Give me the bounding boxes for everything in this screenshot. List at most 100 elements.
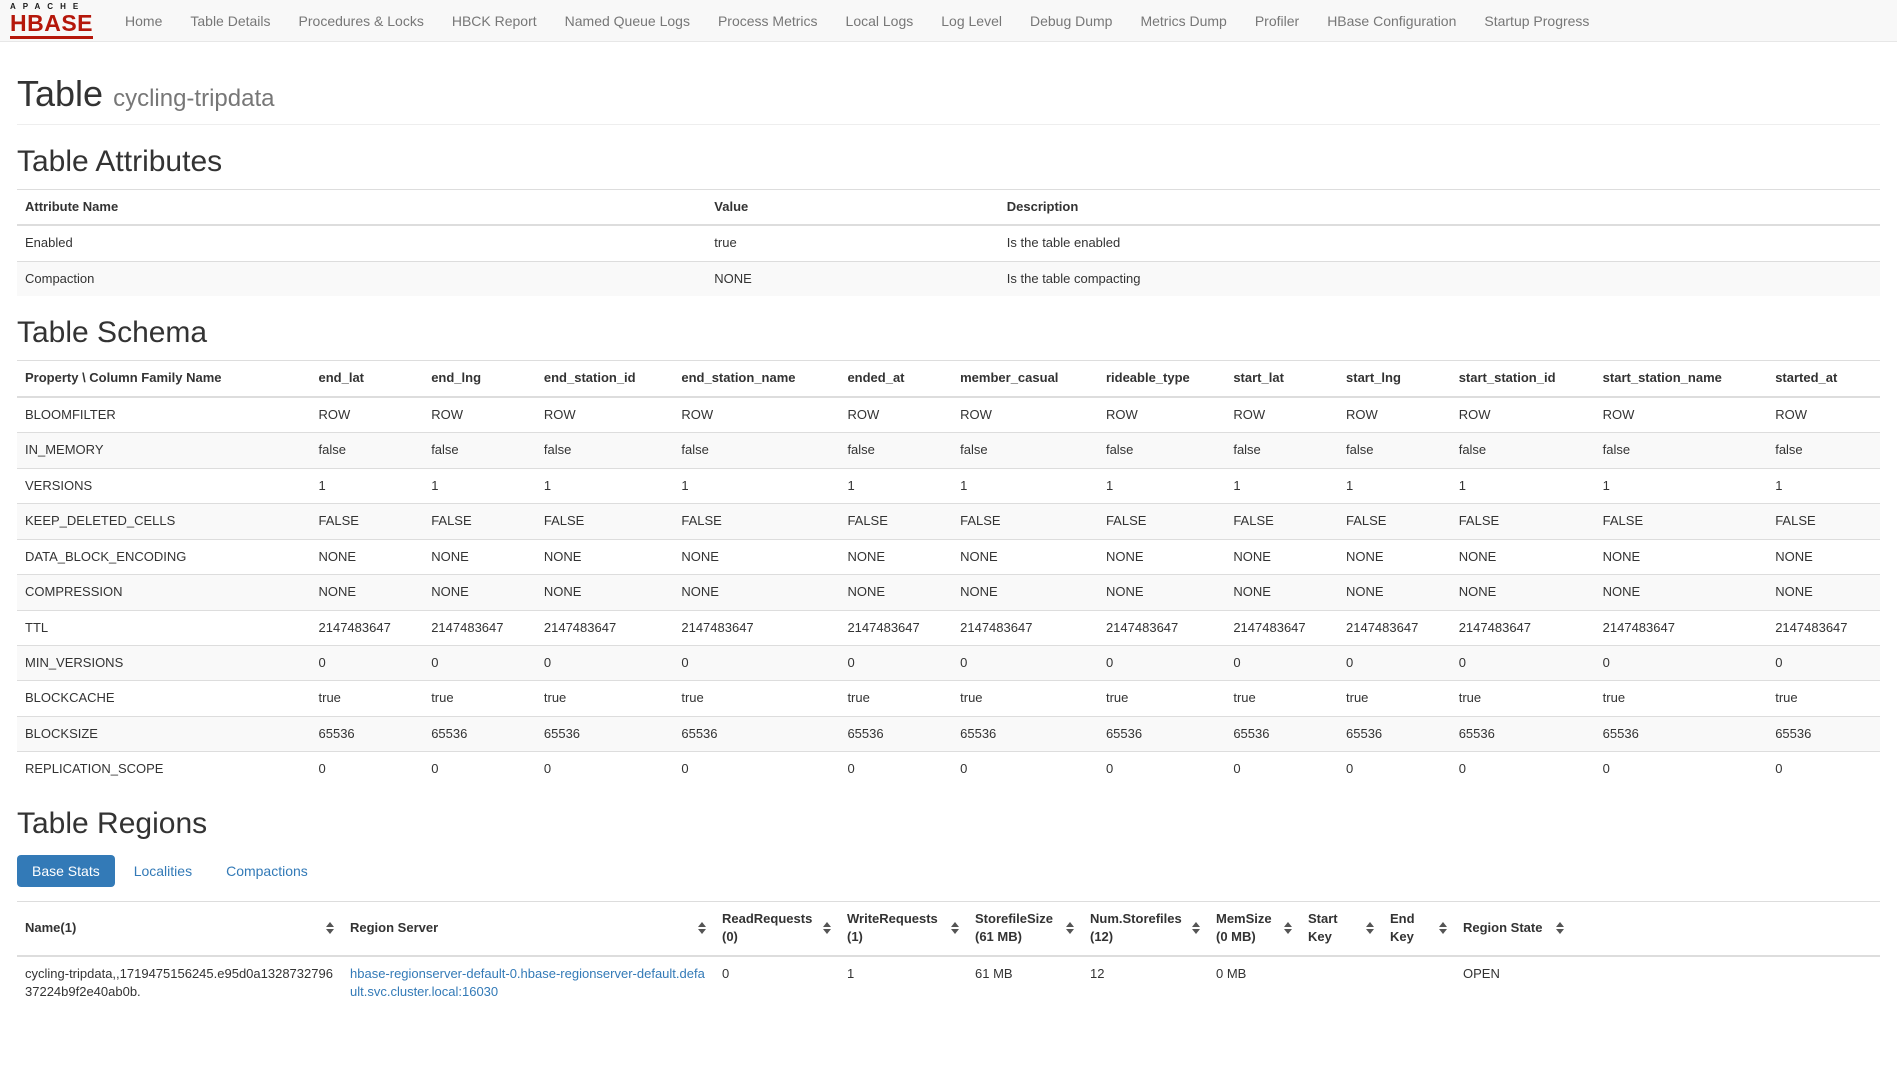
attribute-cell: Is the table enabled [999, 225, 1880, 261]
nav-item-home[interactable]: Home [111, 2, 176, 40]
regions-column-header[interactable]: ReadRequests (0) [714, 901, 839, 955]
schema-family-header: start_station_id [1451, 361, 1595, 397]
schema-family-header: end_station_name [673, 361, 839, 397]
schema-value-cell: 0 [536, 645, 673, 680]
schema-value-cell: 1 [311, 468, 424, 503]
regions-column-header[interactable]: Start Key [1300, 901, 1382, 955]
sort-icon[interactable] [1439, 922, 1447, 934]
schema-row: DATA_BLOCK_ENCODINGNONENONENONENONENONEN… [17, 539, 1880, 574]
tab-base-stats[interactable]: Base Stats [17, 855, 115, 887]
schema-value-cell: false [1338, 433, 1451, 468]
regions-column-header[interactable]: StorefileSize (61 MB) [967, 901, 1082, 955]
schema-value-cell: 65536 [423, 716, 536, 751]
schema-value-cell: 2147483647 [423, 610, 536, 645]
schema-value-cell: NONE [673, 575, 839, 610]
regions-heading: Table Regions [17, 807, 1880, 841]
schema-row: KEEP_DELETED_CELLSFALSEFALSEFALSEFALSEFA… [17, 504, 1880, 539]
schema-value-cell: 0 [1451, 645, 1595, 680]
schema-property-name: MIN_VERSIONS [17, 645, 311, 680]
sort-icon[interactable] [1066, 922, 1074, 934]
sort-icon[interactable] [698, 922, 706, 934]
schema-value-cell: false [1767, 433, 1880, 468]
top-navbar: APACHE HBASE HomeTable DetailsProcedures… [0, 0, 1897, 42]
schema-value-cell: false [1098, 433, 1225, 468]
schema-value-cell: 65536 [311, 716, 424, 751]
regions-column-header[interactable]: WriteRequests (1) [839, 901, 967, 955]
region-name-cell: cycling-tripdata,,1719475156245.e95d0a13… [17, 956, 342, 1010]
schema-value-cell: 1 [1595, 468, 1768, 503]
sort-icon[interactable] [951, 922, 959, 934]
regions-column-header[interactable]: MemSize (0 MB) [1208, 901, 1300, 955]
schema-value-cell: ROW [1595, 397, 1768, 433]
schema-property-name: BLOOMFILTER [17, 397, 311, 433]
page-title: Tablecycling-tripdata [17, 73, 1880, 115]
schema-value-cell: 1 [1098, 468, 1225, 503]
schema-value-cell: NONE [536, 575, 673, 610]
schema-family-header: member_casual [952, 361, 1098, 397]
logo-hbase-text: HBASE [10, 12, 93, 39]
schema-value-cell: NONE [423, 575, 536, 610]
regions-column-header[interactable]: End Key [1382, 901, 1455, 955]
schema-value-cell: 1 [1767, 468, 1880, 503]
sort-icon[interactable] [823, 922, 831, 934]
region-state: OPEN [1455, 956, 1880, 1010]
regions-column-label: MemSize (0 MB) [1216, 910, 1278, 947]
regions-column-header[interactable]: Name(1) [17, 901, 342, 955]
attribute-row: CompactionNONEIs the table compacting [17, 261, 1880, 296]
schema-value-cell: false [839, 433, 952, 468]
schema-value-cell: 65536 [1098, 716, 1225, 751]
schema-value-cell: 2147483647 [673, 610, 839, 645]
sort-icon[interactable] [1192, 922, 1200, 934]
schema-value-cell: 2147483647 [839, 610, 952, 645]
schema-value-cell: NONE [952, 539, 1098, 574]
sort-icon[interactable] [1284, 922, 1292, 934]
sort-icon[interactable] [326, 922, 334, 934]
nav-item-debug-dump[interactable]: Debug Dump [1016, 2, 1127, 40]
nav-item-process-metrics[interactable]: Process Metrics [704, 2, 832, 40]
schema-property-name: TTL [17, 610, 311, 645]
schema-value-cell: 2147483647 [952, 610, 1098, 645]
schema-value-cell: 65536 [536, 716, 673, 751]
schema-value-cell: true [839, 681, 952, 716]
region-server-cell: hbase-regionserver-default-0.hbase-regio… [342, 956, 714, 1010]
nav-item-procedures-locks[interactable]: Procedures & Locks [285, 2, 438, 40]
nav-item-table-details[interactable]: Table Details [176, 2, 284, 40]
schema-value-cell: ROW [673, 397, 839, 433]
tab-localities[interactable]: Localities [119, 855, 207, 887]
schema-value-cell: ROW [536, 397, 673, 433]
nav-item-local-logs[interactable]: Local Logs [832, 2, 928, 40]
schema-value-cell: FALSE [839, 504, 952, 539]
page-content: Tablecycling-tripdata Table Attributes A… [0, 73, 1897, 1050]
schema-value-cell: NONE [839, 575, 952, 610]
regions-column-header[interactable]: Region State [1455, 901, 1880, 955]
sort-icon[interactable] [1556, 922, 1564, 934]
nav-item-log-level[interactable]: Log Level [927, 2, 1016, 40]
schema-value-cell: 0 [423, 645, 536, 680]
schema-value-cell: 0 [1225, 645, 1338, 680]
nav-item-named-queue-logs[interactable]: Named Queue Logs [551, 2, 704, 40]
schema-value-cell: true [1767, 681, 1880, 716]
region-server-link[interactable]: hbase-regionserver-default-0.hbase-regio… [350, 966, 705, 999]
nav-item-hbase-configuration[interactable]: HBase Configuration [1313, 2, 1470, 40]
regions-column-header[interactable]: Num.Storefiles (12) [1082, 901, 1208, 955]
schema-value-cell: true [311, 681, 424, 716]
sort-icon[interactable] [1366, 922, 1374, 934]
schema-value-cell: 2147483647 [1451, 610, 1595, 645]
regions-column-header[interactable]: Region Server [342, 901, 714, 955]
hbase-logo[interactable]: APACHE HBASE [10, 3, 93, 39]
schema-value-cell: NONE [1225, 575, 1338, 610]
tab-compactions[interactable]: Compactions [211, 855, 323, 887]
schema-value-cell: true [1338, 681, 1451, 716]
schema-property-name: BLOCKSIZE [17, 716, 311, 751]
schema-value-cell: 0 [673, 645, 839, 680]
schema-row: BLOCKCACHEtruetruetruetruetruetruetruetr… [17, 681, 1880, 716]
nav-item-startup-progress[interactable]: Startup Progress [1470, 2, 1603, 40]
nav-item-hbck-report[interactable]: HBCK Report [438, 2, 551, 40]
region-end-key [1382, 956, 1455, 1010]
nav-item-profiler[interactable]: Profiler [1241, 2, 1313, 40]
schema-value-cell: 0 [1098, 645, 1225, 680]
schema-value-cell: NONE [1338, 575, 1451, 610]
schema-value-cell: 0 [1595, 752, 1768, 787]
schema-value-cell: 0 [1098, 752, 1225, 787]
nav-item-metrics-dump[interactable]: Metrics Dump [1126, 2, 1240, 40]
